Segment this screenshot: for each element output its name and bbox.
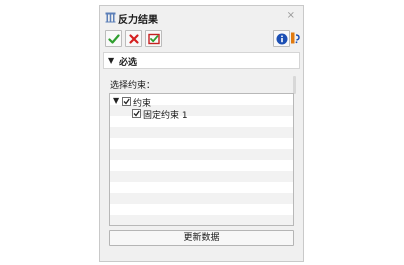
checkmark-icon xyxy=(123,98,130,105)
help-icon xyxy=(291,32,300,44)
info-button[interactable] xyxy=(273,30,290,47)
collapse-arrow-icon[interactable]: ▼ xyxy=(108,56,114,65)
reaction-results-icon xyxy=(105,12,116,23)
update-data-button[interactable]: 更新数据 xyxy=(109,230,294,246)
checkmark-icon xyxy=(133,110,140,117)
expand-arrow-icon[interactable]: ▼ xyxy=(113,96,119,105)
apply-check-icon xyxy=(148,33,160,45)
section-label: 必选 xyxy=(119,58,138,68)
info-icon xyxy=(276,33,288,45)
cancel-button[interactable] xyxy=(125,30,142,47)
apply-button[interactable] xyxy=(145,30,162,47)
panel-titlebar: 反力结果 ⨯ xyxy=(100,6,303,28)
select-constraint-label: 选择约束： xyxy=(110,81,156,91)
tree-node-label: 固定约束 1 xyxy=(143,111,188,121)
panel-scrollbar[interactable] xyxy=(293,76,296,94)
fixed-constraint-checkbox[interactable] xyxy=(132,109,141,118)
close-icon[interactable]: ⨯ xyxy=(287,11,295,21)
x-icon xyxy=(129,34,139,44)
tree-row-stripe xyxy=(110,193,293,204)
required-section-header[interactable]: ▼ 必选 xyxy=(103,52,300,69)
tree-row-stripe xyxy=(110,171,293,182)
tree-node-constraints[interactable]: ▼ 约束 xyxy=(110,96,293,109)
constraints-checkbox[interactable] xyxy=(122,97,131,106)
reaction-results-panel: 反力结果 ⨯ ▼ 必选 选择约束： ▼ 约束 固定约束 1 更新数据 xyxy=(99,5,304,262)
help-button[interactable] xyxy=(290,30,301,47)
check-icon xyxy=(108,34,120,44)
constraint-tree[interactable]: ▼ 约束 固定约束 1 xyxy=(109,93,294,226)
tree-row-stripe xyxy=(110,127,293,138)
tree-node-fixed-constraint[interactable]: 固定约束 1 xyxy=(110,108,293,121)
panel-toolbar xyxy=(100,30,303,52)
ok-button[interactable] xyxy=(105,30,122,47)
panel-title: 反力结果 xyxy=(118,15,158,26)
tree-row-stripe xyxy=(110,149,293,160)
tree-row-stripe xyxy=(110,215,293,225)
